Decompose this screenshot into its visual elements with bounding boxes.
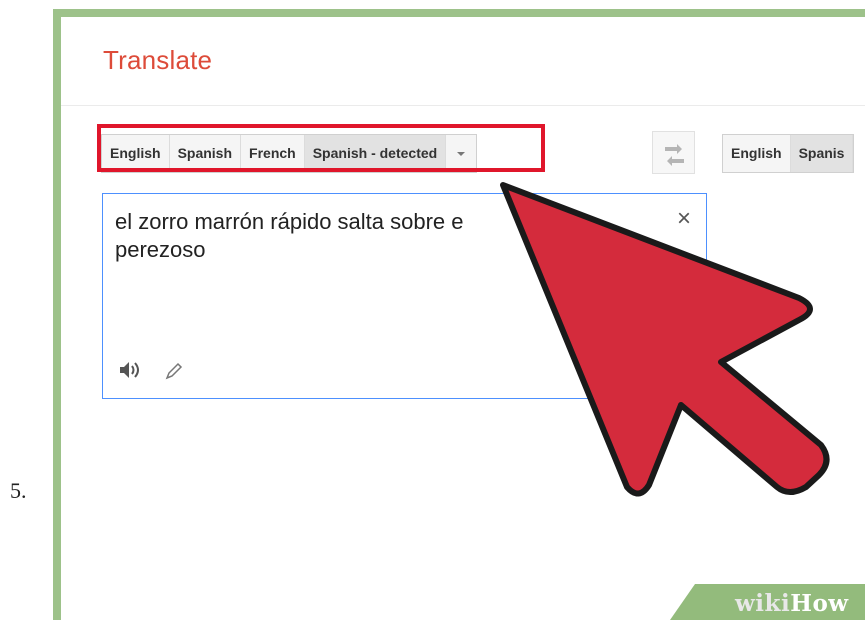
source-text-line-2: perezoso [115, 237, 206, 262]
source-lang-dropdown[interactable] [446, 135, 477, 172]
speaker-icon[interactable] [117, 358, 143, 382]
source-lang-spanish[interactable]: Spanish [169, 135, 242, 172]
chevron-down-icon [457, 152, 466, 157]
page-title: Translate [103, 45, 213, 75]
swap-languages-button[interactable] [652, 131, 695, 174]
header: Translate [61, 17, 865, 106]
source-text-line-1: el zorro marrón rápido salta sobre e [115, 209, 464, 234]
target-lang-english[interactable]: English [723, 135, 791, 172]
source-text-value[interactable]: el zorro marrón rápido salta sobre e per… [115, 208, 655, 264]
step-number: 5. [10, 478, 27, 503]
source-language-bar: English Spanish French Spanish - detecte… [101, 134, 478, 173]
clear-icon[interactable]: × [671, 206, 697, 232]
watermark-wiki: wiki [735, 590, 791, 617]
target-language-bar: English Spanis [722, 134, 855, 173]
target-lang-spanish[interactable]: Spanis [790, 135, 854, 172]
swap-arrows-icon [665, 144, 684, 166]
source-lang-detected[interactable]: Spanish - detected [304, 135, 447, 172]
source-lang-english[interactable]: English [102, 135, 170, 172]
wikihow-watermark: wikiHow [735, 590, 849, 617]
watermark-how: How [790, 590, 849, 617]
source-lang-french[interactable]: French [241, 135, 305, 172]
translate-panel: Translate English Spanish French Spanish… [61, 17, 865, 620]
pencil-icon[interactable] [163, 360, 185, 382]
source-text-input[interactable]: el zorro marrón rápido salta sobre e per… [102, 193, 707, 399]
